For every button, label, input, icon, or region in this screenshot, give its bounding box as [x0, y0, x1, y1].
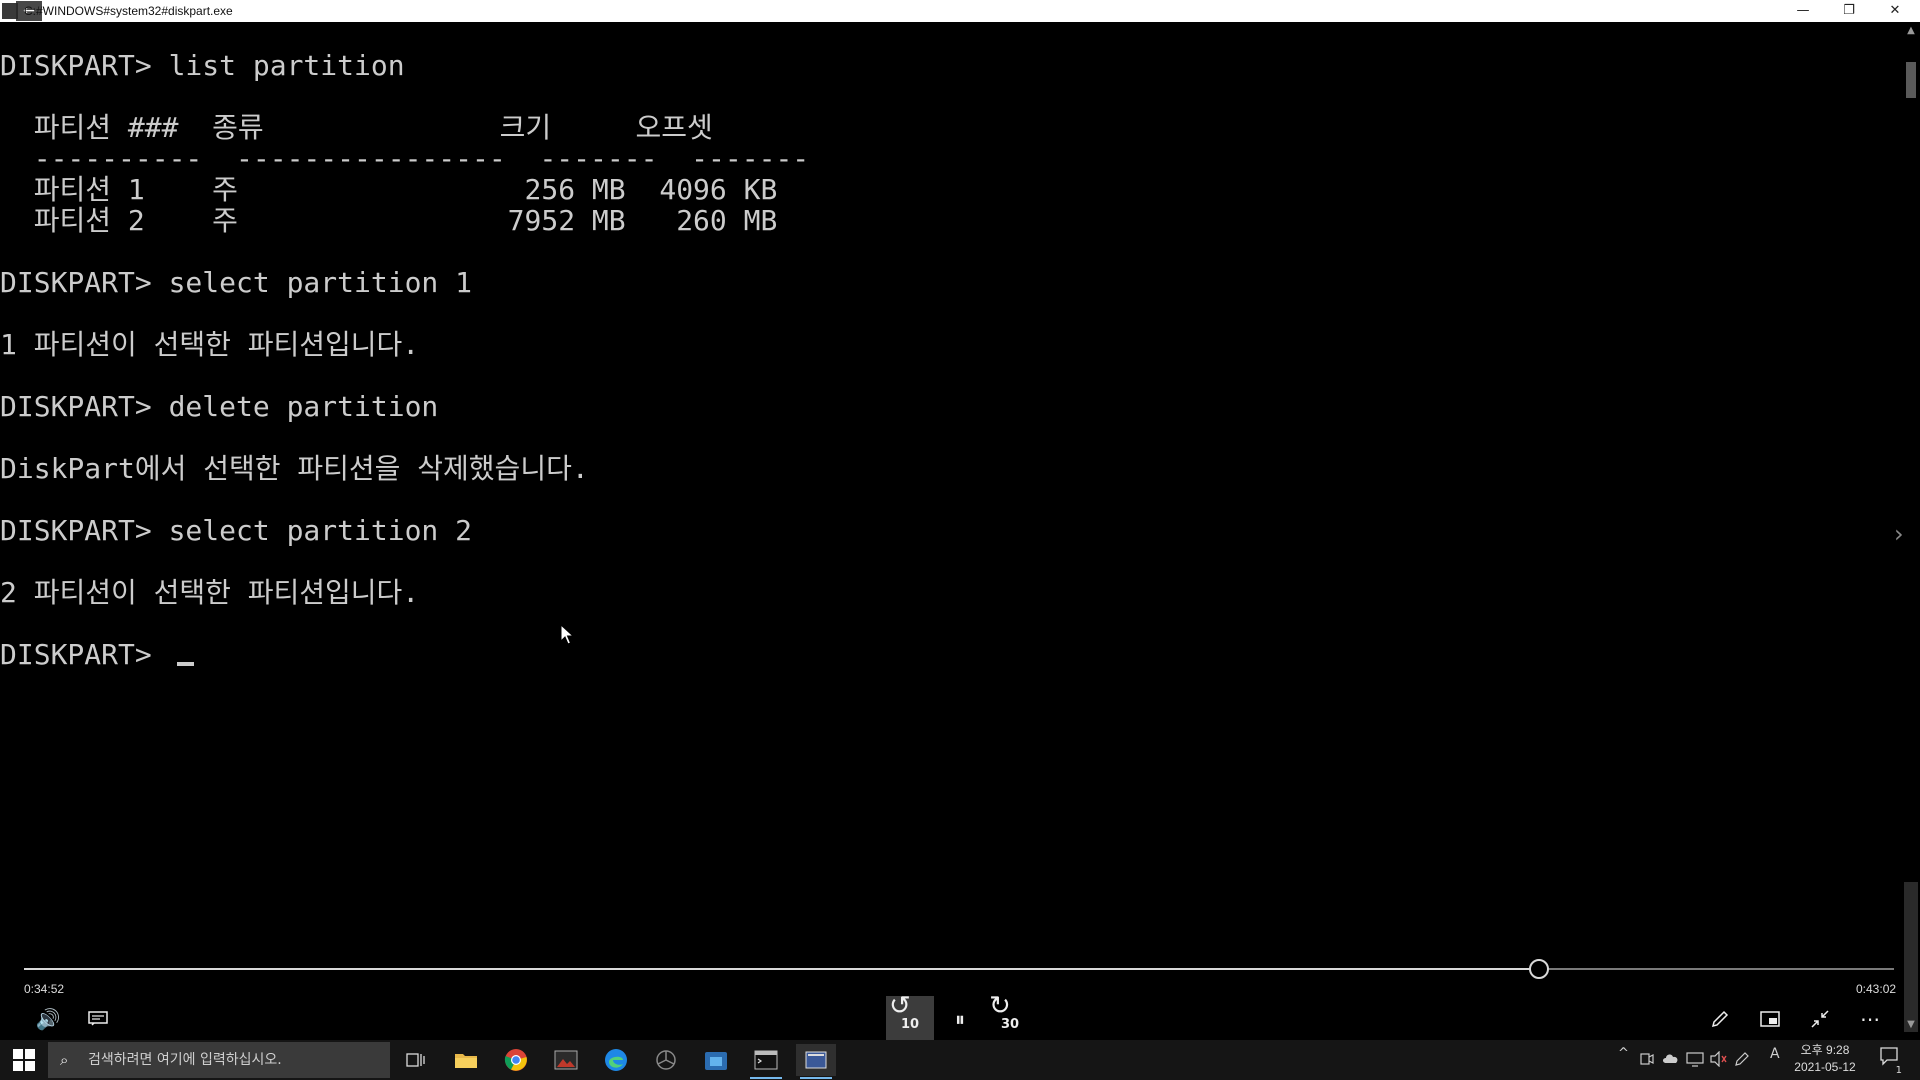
console-line: 파티션 ### 종류 크기 오프셋 [0, 111, 713, 144]
console-area[interactable]: DISKPART> list partition 파티션 ### 종류 크기 오… [0, 22, 1902, 1034]
notification-count: 1 [1895, 1065, 1902, 1076]
mini-player-button[interactable] [1746, 996, 1794, 1042]
task-view-button[interactable] [396, 1044, 436, 1076]
volume-muted-icon[interactable] [1710, 1051, 1728, 1067]
side-next-icon[interactable]: › [1894, 520, 1904, 548]
captions-button[interactable] [74, 996, 122, 1042]
chrome-icon [504, 1049, 527, 1071]
taskbar-search-box[interactable]: ⌕ 검색하려면 여기에 입력하십시오. [48, 1042, 390, 1078]
more-icon: ⋯ [1860, 1007, 1880, 1031]
exit-fullscreen-button[interactable] [1796, 996, 1844, 1042]
app-icon [656, 1050, 676, 1070]
console-line: 파티션 1 주 256 MB 4096 KB [0, 173, 778, 206]
console-line: DISKPART> list partition [0, 49, 405, 82]
forward-30-button[interactable]: ↻ 30 [986, 991, 1034, 1042]
movies-tv-icon [805, 1051, 827, 1069]
edge-icon [605, 1049, 627, 1071]
task-view-icon [406, 1053, 425, 1067]
seek-progress [24, 968, 1540, 970]
media-player-controls: 0:34:52 0:43:02 🔊 ↺ 10 ⏸ ↻ 30 ⋯ [0, 940, 1920, 1042]
search-icon: ⌕ [60, 1051, 69, 1069]
onedrive-icon[interactable] [1662, 1052, 1680, 1064]
search-placeholder: 검색하려면 여기에 입력하십시오. [88, 1052, 282, 1068]
store-button[interactable] [696, 1044, 736, 1076]
console-line: DISKPART> delete partition [0, 390, 439, 423]
window-title: C:#WINDOWS#system32#diskpart.exe [24, 4, 233, 18]
pause-button[interactable]: ⏸ [936, 996, 984, 1042]
mouse-cursor-icon [560, 624, 575, 645]
window-title-bar[interactable]: ← C:#WINDOWS#system32#diskpart.exe — ❐ ✕ [0, 0, 1920, 22]
forward-30-icon: ↻ 30 [988, 991, 1020, 1032]
network-icon[interactable] [1686, 1051, 1704, 1067]
volume-icon: 🔊 [35, 1007, 61, 1031]
tray-overflow-icon[interactable]: ^ [1618, 1046, 1629, 1061]
terminal-button[interactable] [746, 1044, 786, 1079]
console-line: ---------- ---------------- ------- ----… [0, 142, 810, 175]
scroll-up-icon[interactable]: ▲ [1902, 22, 1920, 40]
console-line: DISKPART> [0, 638, 169, 671]
app-button[interactable] [646, 1044, 686, 1076]
volume-button[interactable]: 🔊 [24, 996, 72, 1042]
pen-button[interactable] [1696, 996, 1744, 1042]
minimize-button[interactable]: — [1780, 0, 1826, 22]
taskbar: ⌕ 검색하려면 여기에 입력하십시오. [0, 1040, 1920, 1080]
current-time: 0:34:52 [24, 982, 65, 996]
movies-tv-button[interactable] [796, 1044, 836, 1079]
seek-bar[interactable] [24, 959, 1894, 979]
console-line: 1 파티션이 선택한 파티션입니다. [0, 328, 420, 361]
console-line: DiskPart에서 선택한 파티션을 삭제했습니다. [0, 452, 589, 485]
close-button[interactable]: ✕ [1872, 0, 1918, 22]
more-options-button[interactable]: ⋯ [1846, 996, 1894, 1042]
seek-thumb[interactable] [1529, 959, 1550, 979]
console-line: DISKPART> select partition 1 [0, 266, 473, 299]
meet-now-icon[interactable] [1640, 1051, 1654, 1067]
edge-button[interactable] [596, 1044, 636, 1076]
console-output: DISKPART> list partition 파티션 ### 종류 크기 오… [0, 50, 809, 670]
taskbar-clock[interactable]: 오후 9:28 2021-05-12 [1780, 1042, 1870, 1076]
rewind-10-button[interactable]: ↺ 10 [886, 991, 934, 1042]
chrome-button[interactable] [496, 1044, 536, 1076]
console-line: 파티션 2 주 7952 MB 260 MB [0, 204, 778, 237]
photos-icon [554, 1050, 578, 1070]
store-icon [705, 1052, 727, 1070]
pen-workspace-icon[interactable] [1734, 1051, 1750, 1067]
console-line: 2 파티션이 선택한 파티션입니다. [0, 576, 420, 609]
input-indicator[interactable]: A [1770, 1046, 1780, 1062]
pause-icon: ⏸ [955, 1007, 965, 1031]
windows-logo-icon [13, 1049, 23, 1059]
rewind-10-icon: ↺ 10 [888, 991, 920, 1032]
notification-center-button[interactable]: 1 [1874, 1046, 1904, 1076]
file-explorer-icon [455, 1054, 477, 1068]
clock-time: 오후 9:28 [1800, 1043, 1850, 1057]
start-button[interactable] [8, 1044, 40, 1076]
notification-icon [1880, 1047, 1898, 1066]
restore-button[interactable]: ❐ [1826, 0, 1872, 22]
scroll-thumb[interactable] [1906, 62, 1916, 98]
console-line: DISKPART> select partition 2 [0, 514, 473, 547]
mini-player-icon [1760, 1011, 1780, 1027]
clock-date: 2021-05-12 [1794, 1060, 1856, 1074]
text-cursor [176, 662, 194, 666]
vertical-scrollbar[interactable]: ▲ ▼ [1902, 22, 1920, 1034]
total-time: 0:43:02 [1856, 982, 1897, 996]
captions-icon [88, 1011, 108, 1026]
terminal-icon [754, 1050, 778, 1070]
photos-button[interactable] [546, 1044, 586, 1076]
pen-icon [1711, 1010, 1729, 1028]
file-explorer-button[interactable] [446, 1044, 486, 1076]
exit-fullscreen-icon [1811, 1010, 1829, 1028]
